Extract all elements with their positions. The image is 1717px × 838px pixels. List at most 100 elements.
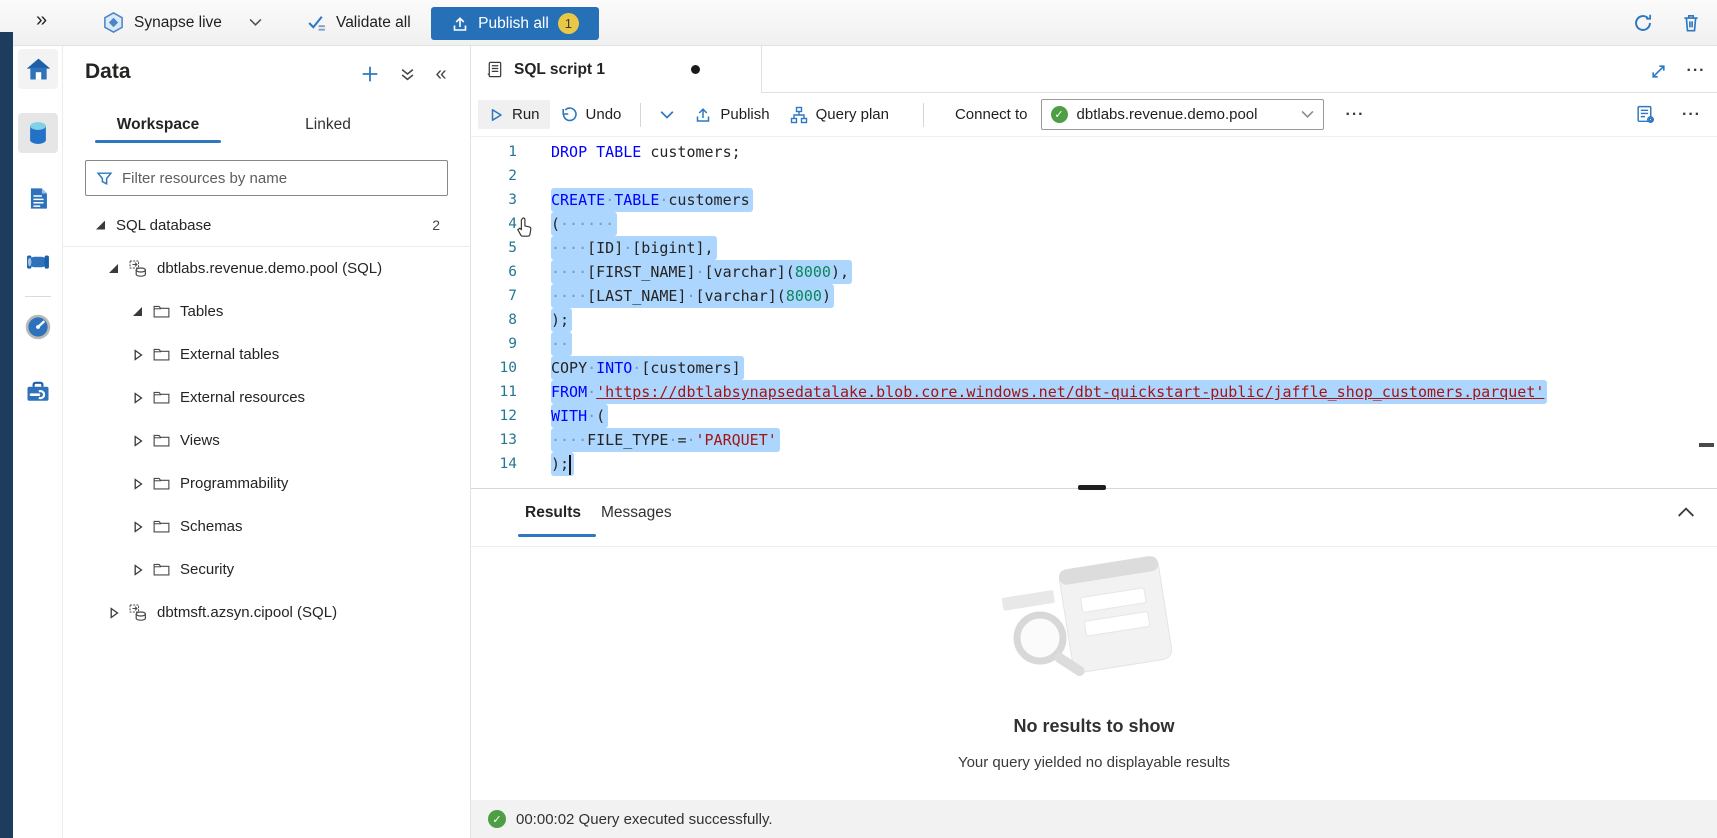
results-panel: Results Messages xyxy=(471,489,1717,800)
tree-expander-icon[interactable] xyxy=(108,264,119,273)
editor-more-button[interactable]: ··· xyxy=(1682,106,1701,124)
text-cursor xyxy=(569,455,571,475)
code-line[interactable]: 6····[FIRST_NAME]·[varchar](8000), xyxy=(471,260,1717,284)
run-button[interactable]: Run xyxy=(478,100,550,129)
code-line[interactable]: 5····[ID]·[bigint], xyxy=(471,236,1717,260)
tree-item-label: Schemas xyxy=(180,518,243,535)
tree-expander-icon[interactable] xyxy=(108,607,119,619)
expand-sidebar-chevrons[interactable]: » xyxy=(36,9,45,32)
refresh-icon[interactable] xyxy=(1631,11,1655,35)
discard-trash-icon[interactable] xyxy=(1679,11,1703,35)
line-number: 13 xyxy=(471,428,517,452)
toolbar-more-button[interactable]: ··· xyxy=(1346,106,1365,124)
publish-all-button[interactable]: Publish all 1 xyxy=(431,7,599,40)
tree-item[interactable]: Schemas xyxy=(63,505,470,548)
synapse-studio-app: » Synapse live Validate all Publish all … xyxy=(0,0,1717,838)
tree-expander-icon[interactable] xyxy=(132,307,143,316)
tab-workspace[interactable]: Workspace xyxy=(93,116,223,134)
mode-selector[interactable]: Synapse live xyxy=(102,0,262,45)
code-line[interactable]: 8); xyxy=(471,308,1717,332)
tree-expander-icon[interactable] xyxy=(132,521,143,533)
tree-item[interactable]: Programmability xyxy=(63,462,470,505)
code-line[interactable]: 7····[LAST_NAME]·[varchar](8000) xyxy=(471,284,1717,308)
rail-item-home[interactable] xyxy=(18,49,58,89)
tab-more-button[interactable]: ··· xyxy=(1685,60,1707,82)
line-number: 2 xyxy=(471,164,517,188)
rail-item-monitor[interactable] xyxy=(18,307,58,347)
tree-item[interactable]: SQL database2 xyxy=(63,204,470,247)
collapse-panel-button[interactable]: « xyxy=(429,62,453,86)
code-line[interactable]: 13····FILE_TYPE·=·'PARQUET' xyxy=(471,428,1717,452)
code-line[interactable]: 3CREATE·TABLE·customers xyxy=(471,188,1717,212)
code-line-text: ····[LAST_NAME]·[varchar](8000) xyxy=(551,284,834,308)
tree-item[interactable]: Tables xyxy=(63,290,470,333)
resource-tree: SQL database2dbtlabs.revenue.demo.pool (… xyxy=(63,204,470,634)
connect-to-pool-dropdown[interactable]: ✓ dbtlabs.revenue.demo.pool xyxy=(1041,99,1324,130)
run-label: Run xyxy=(512,106,540,123)
code-line[interactable]: 1DROP TABLE customers; xyxy=(471,140,1717,164)
publish-upload-icon xyxy=(451,15,469,33)
connected-check-icon: ✓ xyxy=(1051,106,1068,123)
add-resource-button[interactable] xyxy=(358,62,382,86)
tree-item[interactable]: External tables xyxy=(63,333,470,376)
no-results-subtitle: Your query yielded no displayable result… xyxy=(471,754,1717,771)
tree-item[interactable]: dbtlabs.revenue.demo.pool (SQL) xyxy=(63,247,470,290)
run-play-icon xyxy=(488,107,504,123)
code-line-text: ·· xyxy=(551,332,572,356)
folder-icon xyxy=(153,304,170,319)
code-line[interactable]: 14); xyxy=(471,452,1717,476)
toolbar-divider xyxy=(640,103,641,127)
undo-icon xyxy=(560,106,578,124)
undo-button[interactable]: Undo xyxy=(550,100,632,130)
left-navigation-rail xyxy=(13,46,63,838)
code-line[interactable]: 4(······ xyxy=(471,212,1717,236)
tree-expander-icon[interactable] xyxy=(132,435,143,447)
results-tab-bar: Results Messages xyxy=(471,489,1717,547)
filter-resources-box[interactable] xyxy=(85,160,448,196)
scrollbar-marker[interactable] xyxy=(1699,443,1714,447)
rail-item-data[interactable] xyxy=(18,113,58,153)
line-number: 10 xyxy=(471,356,517,380)
code-line[interactable]: 2 xyxy=(471,164,1717,188)
tab-sql-script-1[interactable]: SQL script 1 xyxy=(471,46,762,93)
code-line[interactable]: 9·· xyxy=(471,332,1717,356)
run-options-dropdown[interactable] xyxy=(650,104,684,126)
publish-upload-icon xyxy=(694,106,712,124)
tab-linked[interactable]: Linked xyxy=(263,116,393,134)
tree-expander-icon[interactable] xyxy=(95,221,106,230)
rail-item-manage[interactable] xyxy=(18,372,58,412)
rail-item-develop[interactable] xyxy=(18,178,58,218)
collapse-results-button[interactable] xyxy=(1677,506,1697,522)
publish-button[interactable]: Publish xyxy=(684,100,779,130)
folder-icon xyxy=(153,433,170,448)
tree-item-label: Views xyxy=(180,432,220,449)
left-edge-strip xyxy=(0,32,13,838)
code-line[interactable]: 11FROM·'https://dbtlabsynapsedatalake.bl… xyxy=(471,380,1717,404)
tree-item[interactable]: Security xyxy=(63,548,470,591)
code-line[interactable]: 10COPY·INTO·[customers] xyxy=(471,356,1717,380)
tree-expander-icon[interactable] xyxy=(132,392,143,404)
tree-expander-icon[interactable] xyxy=(132,564,143,576)
tree-expander-icon[interactable] xyxy=(132,478,143,490)
code-line-text: (······ xyxy=(551,212,617,236)
rail-item-integrate[interactable] xyxy=(18,242,58,282)
expand-editor-button[interactable] xyxy=(1647,60,1669,82)
synapse-logo-icon xyxy=(102,11,125,34)
validate-all-button[interactable]: Validate all xyxy=(306,0,411,45)
filter-resources-input[interactable] xyxy=(122,170,437,187)
tree-item[interactable]: dbtmsft.azsyn.cipool (SQL) xyxy=(63,591,470,634)
properties-icon[interactable] xyxy=(1635,104,1656,125)
query-plan-button[interactable]: Query plan xyxy=(780,100,899,130)
collapse-chevron-up-icon xyxy=(1677,506,1697,518)
sql-script-icon xyxy=(485,60,504,79)
code-editor[interactable]: 1DROP TABLE customers;23CREATE·TABLE·cus… xyxy=(471,137,1717,488)
code-line[interactable]: 12WITH·( xyxy=(471,404,1717,428)
tree-item[interactable]: External resources xyxy=(63,376,470,419)
editor-area: SQL script 1 ··· Run Undo xyxy=(471,46,1717,838)
query-status-bar: ✓ 00:00:02 Query executed successfully. xyxy=(471,800,1717,838)
tree-expander-icon[interactable] xyxy=(132,349,143,361)
tab-messages[interactable]: Messages xyxy=(601,504,672,522)
collapse-all-button[interactable] xyxy=(395,62,419,86)
tab-results[interactable]: Results xyxy=(525,504,581,522)
tree-item[interactable]: Views xyxy=(63,419,470,462)
